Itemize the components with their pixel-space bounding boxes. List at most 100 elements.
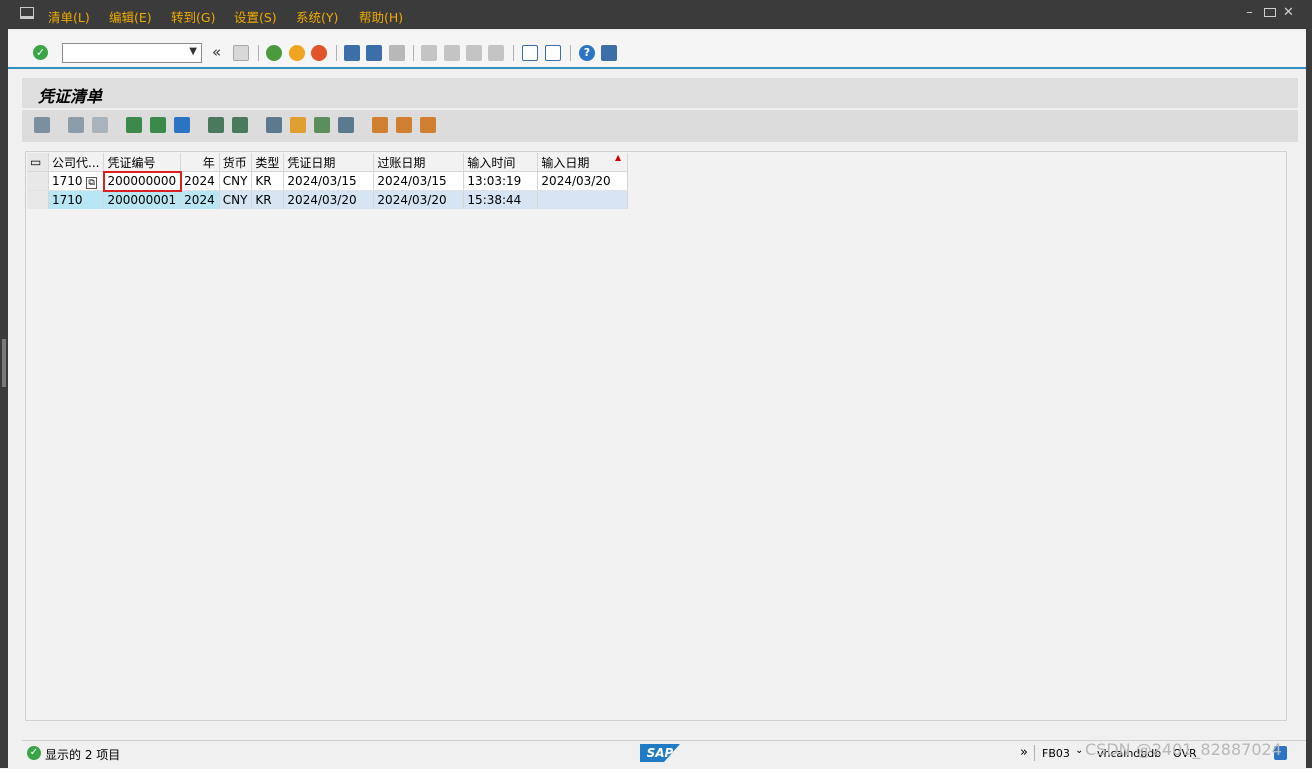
status-separator [1034, 745, 1035, 761]
cell-text: 1710 [52, 174, 83, 188]
column-header-entry-time[interactable]: 输入时间 [463, 153, 539, 172]
sort-ascending-icon[interactable] [126, 117, 142, 133]
find-icon[interactable] [366, 45, 382, 61]
column-header-document-number[interactable]: 凭证编号 [103, 153, 182, 172]
column-header-year[interactable]: 年 [180, 153, 220, 172]
back-icon[interactable] [266, 45, 282, 61]
cell-posting-date[interactable]: 2024/03/20 [373, 190, 465, 209]
table-row[interactable]: 1710 ⧉ 200000000 2024 CNY KR 2024/03/15 … [27, 170, 629, 192]
shortcut-icon[interactable] [545, 45, 561, 61]
abc-analysis-icon[interactable] [338, 117, 354, 133]
toolbar-separator [413, 45, 414, 61]
menu-icon[interactable] [20, 7, 34, 19]
cell-entry-date[interactable]: 2024/03/20 [537, 171, 629, 191]
select-all-cell[interactable]: ▭ [27, 153, 49, 172]
cell-year[interactable]: 2024 [180, 171, 220, 191]
link-icon[interactable]: ⧉ [86, 177, 97, 189]
details-icon[interactable] [34, 117, 50, 133]
cell-document-number[interactable]: 200000000 [102, 170, 182, 192]
cell-entry-time[interactable]: 13:03:19 [463, 171, 539, 191]
table-header-row: ▭ 公司代... 凭证编号 年 货币 类型 凭证日期 过账日期 输入时间 输入日… [27, 153, 629, 172]
cell-type[interactable]: KR [251, 171, 285, 191]
expand-status-icon[interactable]: » [1020, 745, 1028, 760]
window-right-border [1306, 29, 1312, 768]
sort-indicator-icon: ▲ [615, 153, 622, 162]
export-icon[interactable] [266, 117, 282, 133]
subtotal-icon[interactable] [232, 117, 248, 133]
restore-icon[interactable] [1264, 8, 1276, 17]
table-row[interactable]: 1710 200000001 2024 CNY KR 2024/03/20 20… [27, 190, 629, 209]
find-next-icon[interactable] [389, 45, 405, 61]
command-field[interactable]: ▼ [62, 43, 202, 63]
menu-item-system[interactable]: 系统(Y) [296, 7, 338, 26]
cell-document-date[interactable]: 2024/03/20 [283, 190, 375, 209]
column-header-document-date[interactable]: 凭证日期 [283, 153, 375, 172]
next-page-icon[interactable] [466, 45, 482, 61]
double-chevron-left-icon[interactable]: « [212, 43, 221, 61]
cell-document-date[interactable]: 2024/03/15 [283, 171, 375, 191]
title-bar: 凭证清单 [22, 78, 1298, 108]
layout-icon[interactable] [601, 45, 617, 61]
toolbar-separator [258, 45, 259, 61]
document-list-table: ▭ 公司代... 凭证编号 年 货币 类型 凭证日期 过账日期 输入时间 输入日… [27, 153, 629, 209]
save-icon[interactable] [233, 45, 249, 61]
watermark: CSDN @2401_82887024 [1085, 740, 1282, 759]
cell-company-code[interactable]: 1710 [48, 190, 105, 209]
cell-year[interactable]: 2024 [180, 190, 220, 209]
grid-container [25, 151, 1287, 721]
cell-currency[interactable]: CNY [219, 190, 253, 209]
cell-document-number[interactable]: 200000001 [103, 190, 182, 209]
row-select-cell[interactable] [27, 171, 49, 191]
sort-descending-icon[interactable] [150, 117, 166, 133]
menu-item-goto[interactable]: 转到(G) [171, 7, 215, 26]
view-icon[interactable] [314, 117, 330, 133]
layout-change-icon[interactable] [396, 117, 412, 133]
menu-item-list[interactable]: 清单(L) [48, 7, 90, 26]
close-icon[interactable]: ✕ [1283, 6, 1294, 19]
cell-entry-time[interactable]: 15:38:44 [463, 190, 539, 209]
print-preview-icon[interactable] [290, 117, 306, 133]
last-page-icon[interactable] [488, 45, 504, 61]
help-icon[interactable]: ? [579, 45, 595, 61]
filter-icon[interactable] [174, 117, 190, 133]
column-header-posting-date[interactable]: 过账日期 [373, 153, 465, 172]
cell-currency[interactable]: CNY [219, 171, 253, 191]
first-page-icon[interactable] [421, 45, 437, 61]
success-icon: ✓ [27, 746, 41, 760]
deselect-all-icon[interactable] [92, 117, 108, 133]
status-message[interactable]: 显示的 2 项目 [45, 746, 120, 763]
cell-entry-date[interactable] [537, 190, 629, 209]
row-select-cell[interactable] [27, 190, 49, 209]
menu-item-settings[interactable]: 设置(S) [234, 7, 277, 26]
cell-company-code[interactable]: 1710 ⧉ [48, 171, 105, 191]
chevron-down-icon[interactable]: ⌄ [1075, 745, 1083, 756]
toolbar-separator [336, 45, 337, 61]
select-all-icon[interactable] [68, 117, 84, 133]
resize-handle[interactable] [2, 339, 6, 387]
transaction-code: FB03 [1042, 747, 1070, 760]
enter-icon[interactable]: ✓ [33, 45, 48, 60]
page-title: 凭证清单 [38, 87, 103, 106]
total-icon[interactable] [208, 117, 224, 133]
column-header-currency[interactable]: 货币 [219, 153, 253, 172]
menu-bar: 清单(L) 编辑(E) 转到(G) 设置(S) 系统(Y) 帮助(H) – ✕ [0, 0, 1312, 29]
cell-posting-date[interactable]: 2024/03/15 [373, 171, 465, 191]
print-icon[interactable] [344, 45, 360, 61]
menu-item-edit[interactable]: 编辑(E) [109, 7, 152, 26]
application-toolbar [22, 110, 1298, 142]
column-header-company-code[interactable]: 公司代... [48, 153, 105, 172]
chevron-down-icon[interactable]: ▼ [189, 46, 197, 57]
minimize-icon[interactable]: – [1244, 6, 1255, 19]
menu-item-help[interactable]: 帮助(H) [359, 7, 403, 26]
create-session-icon[interactable] [522, 45, 538, 61]
layout-save-icon[interactable] [420, 117, 436, 133]
exit-icon[interactable] [289, 45, 305, 61]
column-header-type[interactable]: 类型 [251, 153, 285, 172]
cancel-icon[interactable] [311, 45, 327, 61]
system-toolbar [8, 31, 1306, 69]
layout-choose-icon[interactable] [372, 117, 388, 133]
toolbar-separator [570, 45, 571, 61]
window-left-border [0, 29, 8, 768]
previous-page-icon[interactable] [444, 45, 460, 61]
cell-type[interactable]: KR [251, 190, 285, 209]
